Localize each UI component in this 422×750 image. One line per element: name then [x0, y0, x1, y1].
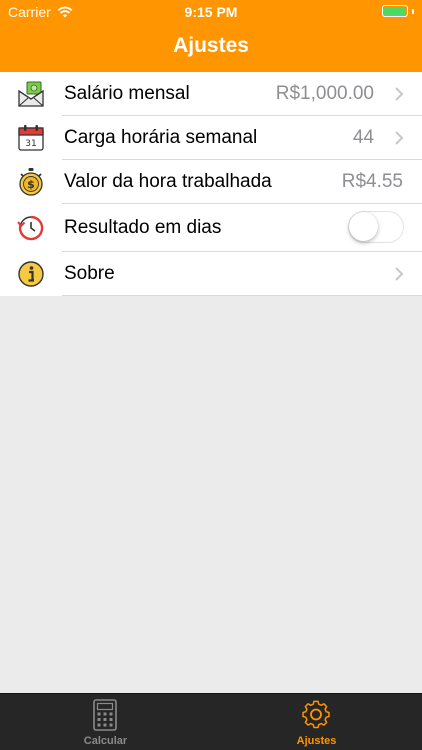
setting-row-carga-horaria[interactable]: 31 Carga horária semanal 44: [0, 116, 422, 160]
tab-label: Calcular: [83, 735, 128, 747]
calendar-icon: 31: [18, 125, 44, 151]
setting-row-sobre[interactable]: Sobre: [0, 252, 422, 296]
battery-indicator: [382, 5, 414, 17]
tab-label: Ajustes: [296, 735, 337, 747]
svg-text:$: $: [27, 178, 35, 191]
chevron-right-icon: [395, 131, 404, 145]
stopwatch-coin-icon: $: [19, 168, 43, 196]
chevron-right-icon: [395, 267, 404, 281]
settings-list: Salário mensal R$1,000.00 31 Carga horár…: [0, 72, 422, 296]
svg-text:31: 31: [25, 139, 36, 149]
page-title: Ajustes: [173, 34, 249, 57]
clock-history-icon: [17, 215, 44, 241]
tab-ajustes[interactable]: Ajustes: [211, 694, 422, 750]
setting-label: Carga horária semanal: [64, 127, 258, 148]
calculator-icon: [93, 699, 117, 731]
setting-value: R$1,000.00: [275, 83, 374, 104]
tab-bar: Calcular Ajustes: [0, 693, 422, 750]
resultado-dias-toggle[interactable]: [348, 211, 404, 243]
setting-value: 44: [352, 127, 374, 148]
status-bar: Carrier 9:15 PM: [0, 0, 422, 24]
setting-label: Sobre: [64, 263, 115, 284]
chevron-right-icon: [395, 87, 404, 101]
row-divider: [62, 295, 422, 296]
tab-calcular[interactable]: Calcular: [0, 694, 211, 750]
battery-icon: [382, 5, 408, 17]
setting-row-valor-hora: $ Valor da hora trabalhada R$4.55: [0, 160, 422, 204]
setting-label: Resultado em dias: [64, 217, 222, 238]
setting-row-resultado-dias: Resultado em dias: [0, 204, 422, 252]
toggle-knob: [349, 212, 378, 241]
setting-label: Salário mensal: [64, 83, 190, 104]
setting-row-salario[interactable]: Salário mensal R$1,000.00: [0, 72, 422, 116]
info-icon: [18, 261, 44, 287]
gear-icon: [302, 700, 330, 729]
setting-label: Valor da hora trabalhada: [64, 171, 272, 192]
status-time: 9:15 PM: [184, 4, 238, 20]
setting-value: R$4.55: [341, 171, 403, 192]
top-bar: Carrier 9:15 PM Ajustes: [0, 0, 422, 72]
money-envelope-icon: [18, 81, 44, 107]
